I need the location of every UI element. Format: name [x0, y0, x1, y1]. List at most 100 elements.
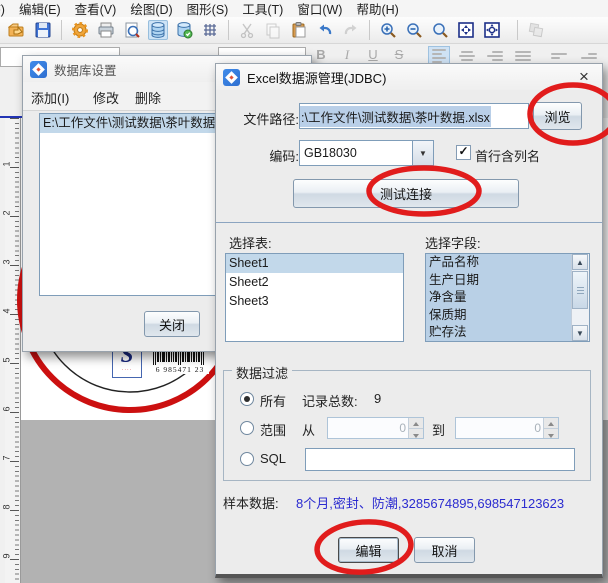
save-icon[interactable] [33, 20, 53, 40]
ruler-number: 7 [2, 455, 12, 460]
grid-icon[interactable] [200, 20, 220, 40]
database-connect-icon[interactable] [174, 20, 194, 40]
app-icon [223, 69, 240, 86]
menu-tools[interactable]: 工具(T) [242, 0, 297, 18]
menu-draw[interactable]: 绘图(D) [130, 0, 186, 18]
edit-button-label: 编辑 [355, 541, 381, 560]
list-item[interactable]: Sheet1 [226, 254, 403, 273]
italic-button[interactable]: I [334, 47, 360, 63]
scroll-down-icon[interactable]: ▼ [572, 325, 588, 341]
list-item[interactable]: Sheet2 [226, 273, 403, 292]
list-item[interactable]: Sheet3 [226, 292, 403, 311]
range-from-label: 从 [302, 420, 315, 439]
copy-icon [263, 20, 283, 40]
test-connection-button[interactable]: 测试连接 [293, 179, 519, 208]
range-from-spinner[interactable]: 0 [327, 417, 424, 439]
file-path-input[interactable]: :\工作文件\测试数据\茶叶数据.xlsx [299, 103, 529, 129]
menu-view[interactable]: 查看(V) [75, 0, 131, 18]
ruler-number: 5 [2, 357, 12, 362]
field-list-scrollbar[interactable]: ▲ ▼ [571, 254, 589, 341]
cut-icon [237, 20, 257, 40]
list-item[interactable]: 生产日期 [426, 272, 572, 290]
menu-window[interactable]: 窗口(W) [297, 0, 356, 18]
db-dialog-title: 数据库设置 [54, 60, 117, 79]
app-icon [30, 61, 47, 78]
ruler-number: 4 [2, 308, 12, 313]
list-item[interactable]: 贮存法 [426, 324, 572, 342]
encoding-value: GB18030 [304, 146, 357, 160]
database-icon[interactable] [148, 20, 168, 40]
list-item[interactable]: 保质期 [426, 307, 572, 325]
scroll-thumb[interactable] [572, 271, 588, 309]
import-icon[interactable] [7, 20, 27, 40]
filter-all-radio[interactable] [240, 392, 254, 406]
fit-page-icon[interactable] [456, 20, 476, 40]
print-preview-icon[interactable] [122, 20, 142, 40]
filter-sql-radio[interactable] [240, 452, 254, 466]
excel-dialog-titlebar[interactable]: Excel数据源管理(JDBC) × [216, 64, 602, 90]
print-icon[interactable] [96, 20, 116, 40]
filter-range-label: 范围 [260, 420, 286, 439]
filter-sql-label: SQL [260, 451, 286, 466]
encoding-label: 编码: [229, 146, 299, 165]
field-list[interactable]: 产品名称 生产日期 净含量 保质期 贮存法 ▲ ▼ [425, 253, 590, 342]
db-menu-add[interactable]: 添加(I) [31, 88, 69, 107]
layers-icon [526, 20, 546, 40]
separator [216, 222, 602, 223]
underline-button[interactable]: U [360, 47, 386, 62]
select-table-label: 选择表: [229, 233, 272, 252]
scroll-up-icon[interactable]: ▲ [572, 254, 588, 270]
menu-edit[interactable]: 编辑(E) [19, 0, 75, 18]
settings-gear-icon[interactable] [70, 20, 90, 40]
strike-button[interactable]: S [386, 47, 412, 62]
menu-file[interactable]: 文件(F) [0, 0, 19, 18]
header-row-checkbox[interactable]: ✓ [456, 145, 471, 160]
redo-icon [341, 20, 361, 40]
edit-button[interactable]: 编辑 [338, 537, 399, 563]
filter-all-label: 所有 [260, 391, 286, 410]
barcode-digits: 6 985471 23 [151, 365, 209, 374]
zoom-out-icon[interactable] [404, 20, 424, 40]
logo-caption: ···· [122, 367, 133, 373]
zoom-in-icon[interactable] [378, 20, 398, 40]
db-menu-delete[interactable]: 删除 [135, 88, 161, 107]
select-fields-label: 选择字段: [425, 233, 481, 252]
list-item[interactable]: 净含量 [426, 289, 572, 307]
table-list[interactable]: Sheet1 Sheet2 Sheet3 [225, 253, 404, 342]
excel-dialog-title: Excel数据源管理(JDBC) [247, 68, 386, 87]
list-item[interactable]: 产品名称 [426, 254, 572, 272]
filter-range-radio[interactable] [240, 421, 254, 435]
range-to-spinner[interactable]: 0 [455, 417, 559, 439]
sample-data-value: 8个月,密封、防潮,3285674895,698547123623 [296, 493, 564, 512]
sample-data-label: 样本数据: [223, 493, 279, 512]
ruler-number: 8 [2, 504, 12, 509]
db-menu-modify[interactable]: 修改 [93, 88, 119, 107]
header-row-label: 首行含列名 [475, 146, 540, 165]
undo-icon[interactable] [315, 20, 335, 40]
fit-object-icon[interactable] [482, 20, 502, 40]
paste-icon[interactable] [289, 20, 309, 40]
menu-bar: 文件(F) 编辑(E) 查看(V) 绘图(D) 图形(S) 工具(T) 窗口(W… [0, 0, 608, 17]
range-to-value: 0 [534, 418, 541, 438]
menu-graphics[interactable]: 图形(S) [187, 0, 243, 18]
range-to-label: 到 [432, 420, 445, 439]
menu-help[interactable]: 帮助(H) [356, 0, 412, 18]
ruler-number: 2 [2, 210, 12, 215]
record-count-value: 9 [374, 391, 381, 406]
cancel-button-label: 取消 [431, 541, 457, 560]
close-icon[interactable]: × [574, 67, 594, 87]
test-connection-label: 测试连接 [380, 184, 432, 203]
browse-button-label: 浏览 [544, 107, 570, 126]
ruler-number: 3 [2, 259, 12, 264]
file-path-label: 文件路径: [229, 109, 299, 128]
encoding-combo[interactable]: GB18030 ▼ [299, 140, 434, 166]
zoom-reset-icon[interactable] [430, 20, 450, 40]
combo-arrow-icon[interactable]: ▼ [412, 141, 433, 165]
sql-input[interactable] [305, 448, 575, 471]
cancel-button[interactable]: 取消 [414, 537, 475, 563]
record-count-label: 记录总数: [302, 391, 358, 410]
browse-button[interactable]: 浏览 [533, 102, 582, 130]
data-filter-legend: 数据过滤 [232, 363, 292, 382]
data-filter-group: 数据过滤 所有 记录总数: 9 范围 从 0 到 0 SQL [223, 370, 591, 481]
close-button[interactable]: 关闭 [144, 311, 200, 337]
